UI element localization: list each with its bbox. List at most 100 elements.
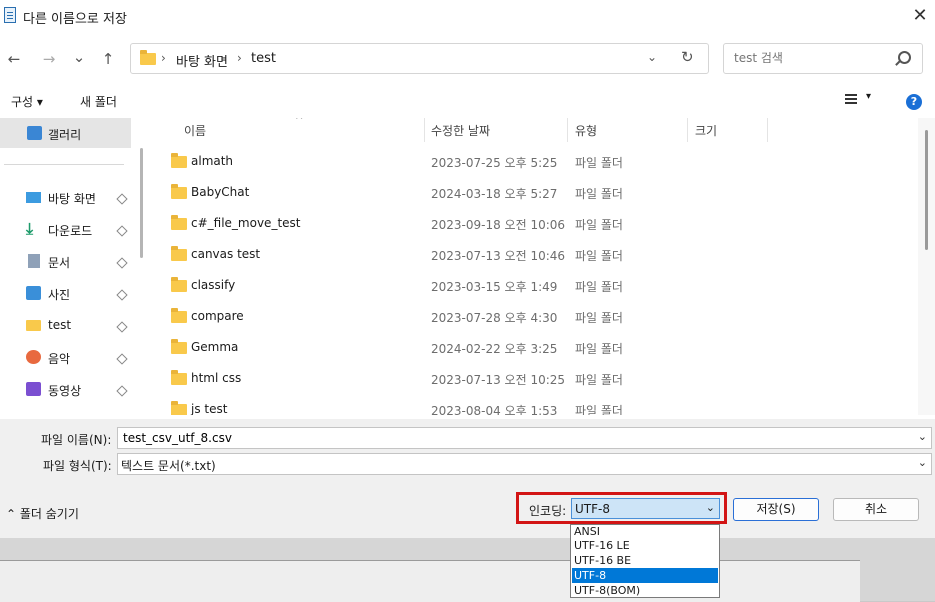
table-row[interactable]: BabyChat 2024-03-18 오후 5:27 파일 폴더 bbox=[150, 177, 917, 208]
forward-arrow-icon[interactable]: → bbox=[38, 48, 60, 70]
breadcrumb-test[interactable]: test bbox=[251, 51, 276, 66]
column-divider[interactable] bbox=[424, 118, 425, 142]
pin-icon[interactable] bbox=[116, 225, 128, 237]
filetype-label: 파일 형식(T): bbox=[43, 459, 112, 473]
folder-icon bbox=[140, 50, 156, 65]
encoding-option-ansi[interactable]: ANSI bbox=[572, 525, 718, 539]
refresh-icon[interactable]: ↻ bbox=[681, 48, 694, 66]
desktop-icon bbox=[26, 192, 41, 203]
breadcrumb-desktop[interactable]: 바탕 화면 bbox=[176, 51, 228, 70]
chevron-down-icon[interactable]: ⌄ bbox=[918, 430, 927, 443]
encoding-label: 인코딩: bbox=[529, 504, 567, 518]
encoding-option-utf16le[interactable]: UTF-16 LE bbox=[572, 538, 718, 553]
file-name: Gemma bbox=[191, 340, 239, 354]
pin-icon[interactable] bbox=[116, 321, 128, 333]
encoding-option-utf16be[interactable]: UTF-16 BE bbox=[572, 553, 718, 568]
help-icon[interactable]: ? bbox=[906, 94, 922, 110]
encoding-dropdown-list: ANSI UTF-16 LE UTF-16 BE UTF-8 UTF-8(BOM… bbox=[570, 524, 720, 598]
column-divider[interactable] bbox=[687, 118, 688, 142]
column-divider[interactable] bbox=[767, 118, 768, 142]
file-date: 2023-08-04 오후 1:53 bbox=[431, 404, 558, 415]
file-name: compare bbox=[191, 309, 244, 323]
folder-icon bbox=[171, 401, 187, 415]
file-list: 이름 ^ 수정한 날짜 유형 크기 almath 2023-07-25 오후 5… bbox=[150, 118, 917, 415]
file-type: 파일 폴더 bbox=[575, 373, 623, 387]
folder-icon bbox=[171, 153, 187, 168]
column-header-date[interactable]: 수정한 날짜 bbox=[431, 122, 490, 139]
table-row[interactable]: c#_file_move_test 2023-09-18 오전 10:06 파일… bbox=[150, 208, 917, 239]
table-row[interactable]: js test 2023-08-04 오후 1:53 파일 폴더 bbox=[150, 394, 917, 415]
file-name: c#_file_move_test bbox=[191, 216, 301, 230]
organize-button[interactable]: 구성 ▾ bbox=[11, 93, 43, 110]
encoding-select[interactable]: UTF-8 ⌄ bbox=[571, 498, 720, 519]
sidebar-scrollbar[interactable] bbox=[140, 148, 143, 258]
pin-icon[interactable] bbox=[116, 385, 128, 397]
file-name: canvas test bbox=[191, 247, 261, 261]
address-bar[interactable]: › 바탕 화면 › test ⌄ ↻ bbox=[130, 43, 709, 74]
table-row[interactable]: compare 2023-07-28 오후 4:30 파일 폴더 bbox=[150, 301, 917, 332]
file-type: 파일 폴더 bbox=[575, 280, 623, 294]
file-name: js test bbox=[191, 402, 228, 415]
column-header-size[interactable]: 크기 bbox=[695, 122, 717, 139]
music-icon bbox=[26, 350, 41, 364]
search-box[interactable] bbox=[723, 43, 923, 74]
close-icon[interactable]: ✕ bbox=[905, 2, 935, 30]
title-bar: 다른 이름으로 저장 ✕ bbox=[0, 0, 935, 33]
file-date: 2024-02-22 오후 3:25 bbox=[431, 342, 558, 356]
save-as-dialog: 다른 이름으로 저장 ✕ ← → ⌄ ↑ › 바탕 화면 › test ⌄ ↻ … bbox=[0, 0, 935, 538]
column-header-type[interactable]: 유형 bbox=[575, 122, 597, 139]
hide-folders-button[interactable]: ⌃ 폴더 숨기기 bbox=[6, 505, 79, 522]
view-dropdown-icon[interactable]: ▾ bbox=[866, 91, 871, 102]
pin-icon[interactable] bbox=[116, 193, 128, 205]
search-input[interactable] bbox=[732, 50, 886, 66]
document-icon bbox=[28, 254, 40, 268]
breadcrumb-separator: › bbox=[237, 51, 242, 65]
filename-label: 파일 이름(N): bbox=[41, 433, 112, 447]
cancel-button[interactable]: 취소 bbox=[833, 498, 919, 521]
table-row[interactable]: canvas test 2023-07-13 오전 10:46 파일 폴더 bbox=[150, 239, 917, 270]
folder-icon bbox=[26, 320, 41, 331]
address-dropdown-icon[interactable]: ⌄ bbox=[647, 50, 657, 64]
file-list-scrollbar[interactable] bbox=[918, 118, 935, 415]
table-row[interactable]: html css 2023-07-13 오전 10:25 파일 폴더 bbox=[150, 363, 917, 394]
scrollbar-thumb[interactable] bbox=[925, 130, 928, 250]
file-type: 파일 폴더 bbox=[575, 187, 623, 201]
encoding-option-utf8[interactable]: UTF-8 bbox=[572, 568, 718, 583]
folder-icon bbox=[171, 246, 187, 261]
breadcrumb-separator: › bbox=[161, 51, 166, 65]
column-header-name[interactable]: 이름 bbox=[184, 122, 206, 139]
recent-locations-icon[interactable]: ⌄ bbox=[68, 46, 90, 68]
new-folder-button[interactable]: 새 폴더 bbox=[80, 93, 117, 110]
search-icon[interactable] bbox=[898, 51, 911, 64]
view-options-icon[interactable] bbox=[845, 94, 857, 96]
chevron-down-icon[interactable]: ⌄ bbox=[706, 501, 715, 514]
video-icon bbox=[26, 382, 41, 396]
filename-field[interactable]: ⌄ bbox=[117, 427, 932, 449]
folder-icon bbox=[171, 215, 187, 230]
table-row[interactable]: Gemma 2024-02-22 오후 3:25 파일 폴더 bbox=[150, 332, 917, 363]
pin-icon[interactable] bbox=[116, 257, 128, 269]
folder-icon bbox=[171, 184, 187, 199]
encoding-value: UTF-8 bbox=[575, 502, 610, 516]
file-date: 2023-07-28 오후 4:30 bbox=[431, 311, 558, 325]
pin-icon[interactable] bbox=[116, 353, 128, 365]
back-arrow-icon[interactable]: ← bbox=[3, 48, 25, 70]
table-row[interactable]: almath 2023-07-25 오후 5:25 파일 폴더 bbox=[150, 146, 917, 177]
picture-icon bbox=[26, 286, 41, 300]
filetype-select[interactable]: 텍스트 문서(*.txt) ⌄ bbox=[117, 453, 932, 475]
folder-icon bbox=[171, 308, 187, 323]
sidebar-item-label: test bbox=[48, 318, 72, 332]
sidebar-item-gallery[interactable]: 갤러리 bbox=[0, 118, 131, 148]
up-arrow-icon[interactable]: ↑ bbox=[97, 48, 119, 70]
file-date: 2023-07-25 오후 5:25 bbox=[431, 156, 558, 170]
table-row[interactable]: classify 2023-03-15 오후 1:49 파일 폴더 bbox=[150, 270, 917, 301]
file-type: 파일 폴더 bbox=[575, 342, 623, 356]
chevron-down-icon[interactable]: ⌄ bbox=[918, 456, 927, 469]
save-button[interactable]: 저장(S) bbox=[733, 498, 819, 521]
pin-icon[interactable] bbox=[116, 289, 128, 301]
encoding-option-utf8-bom[interactable]: UTF-8(BOM) bbox=[572, 583, 718, 597]
folder-icon bbox=[171, 370, 187, 385]
background-editor bbox=[0, 560, 860, 602]
column-divider[interactable] bbox=[567, 118, 568, 142]
filename-input[interactable] bbox=[121, 430, 895, 446]
